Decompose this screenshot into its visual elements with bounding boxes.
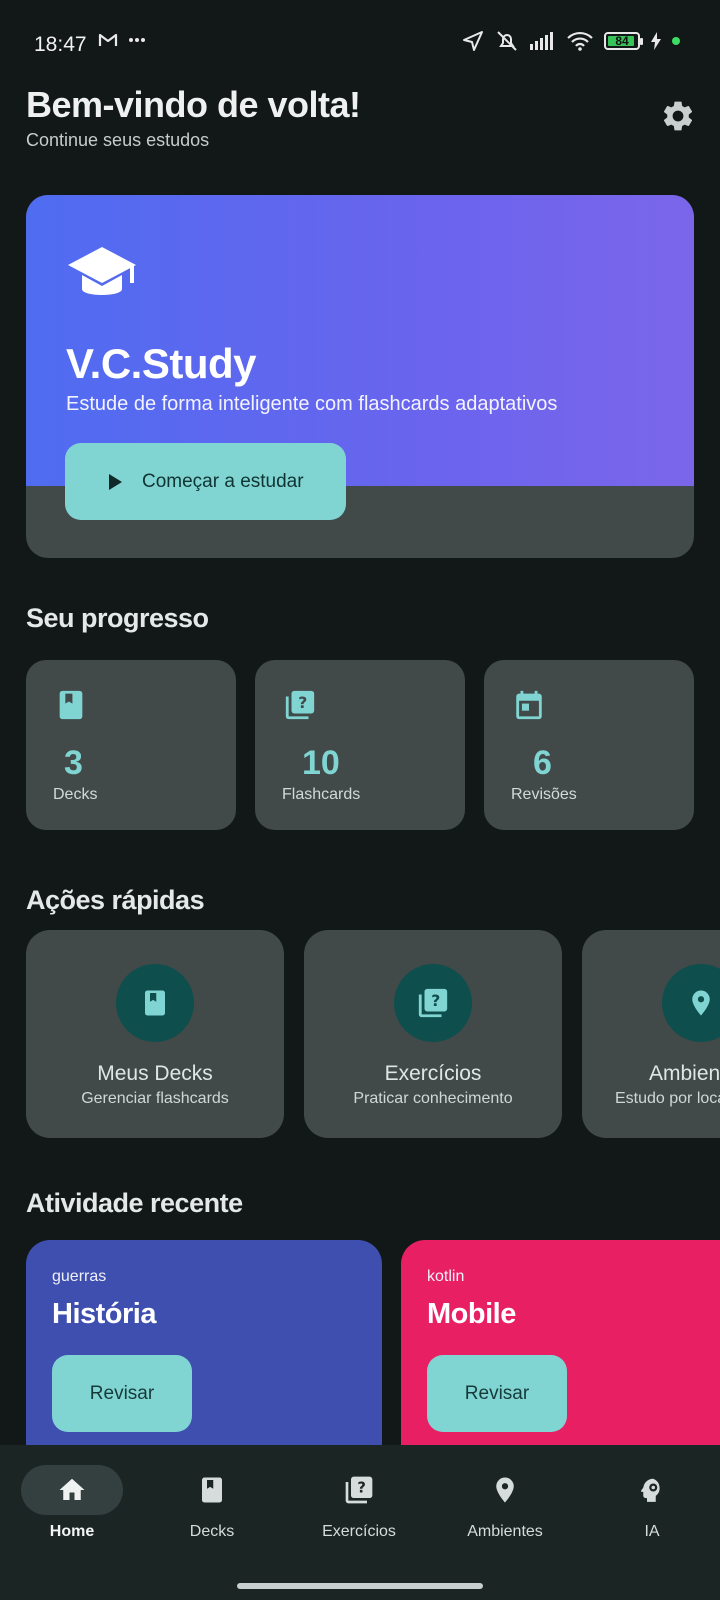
- recent-tag: kotlin: [427, 1268, 465, 1285]
- location-arrow-icon: [463, 31, 483, 51]
- quick-actions-section-title: Ações rápidas: [26, 885, 205, 915]
- play-icon: [109, 473, 122, 490]
- hero-title: V.C.Study: [66, 340, 257, 387]
- nav-ai[interactable]: IA: [580, 1445, 720, 1565]
- page-subtitle: Continue seus estudos: [26, 130, 210, 150]
- stat-label: Decks: [53, 786, 98, 803]
- start-studying-button[interactable]: Começar a estudar: [65, 443, 346, 520]
- nav-label: IA: [644, 1523, 660, 1540]
- nav-label: Home: [49, 1523, 95, 1540]
- recent-subject: História: [52, 1298, 156, 1330]
- nav-label: Ambientes: [467, 1523, 543, 1540]
- action-exercises[interactable]: ? Exercícios Praticar conhecimento: [304, 930, 562, 1138]
- quiz-icon: ?: [285, 690, 315, 720]
- progress-section-title: Seu progresso: [26, 603, 209, 633]
- nav-label: Decks: [189, 1523, 235, 1540]
- page-header: Bem-vindo de volta! Continue seus estudo…: [26, 84, 696, 164]
- home-icon: [59, 1478, 85, 1500]
- book-icon: [145, 990, 165, 1016]
- quiz-icon: ?: [345, 1476, 373, 1504]
- svg-text:?: ?: [357, 1480, 366, 1497]
- recent-subject: Mobile: [427, 1298, 516, 1330]
- privacy-indicator: [672, 37, 680, 45]
- hero-card: V.C.Study Estude de forma inteligente co…: [26, 195, 694, 558]
- status-bar: 18:47 84: [0, 0, 720, 90]
- stat-card-reviews[interactable]: 6 Revisões: [484, 660, 694, 830]
- nav-label: Exercícios: [322, 1523, 396, 1540]
- action-hint: Gerenciar flashcards: [81, 1090, 229, 1107]
- nav-exercises[interactable]: ? Exercícios: [287, 1445, 431, 1565]
- battery-indicator: 84: [604, 32, 643, 50]
- page-title: Bem-vindo de volta!: [26, 84, 361, 125]
- book-icon: [202, 1477, 222, 1503]
- stat-value: 10: [302, 744, 340, 782]
- action-name: Ambientes: [649, 1062, 720, 1085]
- action-hint: Estudo por localização: [615, 1090, 720, 1107]
- nav-home[interactable]: Home: [0, 1445, 144, 1565]
- gmail-icon: [98, 33, 118, 46]
- gear-icon[interactable]: [660, 98, 696, 134]
- stat-label: Revisões: [511, 786, 577, 803]
- start-studying-label: Começar a estudar: [142, 470, 304, 492]
- nav-decks[interactable]: Decks: [140, 1445, 284, 1565]
- status-time: 18:47: [34, 33, 87, 56]
- location-pin-icon: [496, 1477, 514, 1503]
- review-button[interactable]: Revisar: [52, 1355, 192, 1432]
- more-notifications-icon: [129, 38, 145, 42]
- battery-level: 84: [615, 34, 629, 48]
- stat-card-decks[interactable]: 3 Decks: [26, 660, 236, 830]
- hero-description: Estude de forma inteligente com flashcar…: [66, 393, 558, 415]
- nav-environments[interactable]: Ambientes: [433, 1445, 577, 1565]
- bottom-navigation: Home Decks ? Exercícios Ambientes IA: [0, 1445, 720, 1600]
- signal-icon: [530, 32, 553, 50]
- recent-card-mobile[interactable]: kotlin Mobile Revisar: [401, 1240, 720, 1470]
- recent-card-historia[interactable]: guerras História Revisar: [26, 1240, 382, 1470]
- action-name: Meus Decks: [97, 1062, 213, 1085]
- book-icon: [59, 690, 83, 720]
- svg-text:?: ?: [431, 992, 440, 1010]
- action-hint: Praticar conhecimento: [353, 1090, 513, 1107]
- calendar-icon: [516, 690, 542, 720]
- home-gesture-bar[interactable]: [237, 1583, 483, 1589]
- charging-bolt-icon: [651, 32, 661, 50]
- stat-label: Flashcards: [282, 786, 361, 803]
- svg-text:?: ?: [298, 694, 307, 712]
- quiz-icon: ?: [418, 988, 448, 1018]
- stat-card-flashcards[interactable]: ? 10 Flashcards: [255, 660, 465, 830]
- action-environments[interactable]: Ambientes Estudo por localização: [582, 930, 720, 1138]
- mute-vibrate-icon: [497, 31, 517, 51]
- recent-section-title: Atividade recente: [26, 1188, 243, 1218]
- graduation-cap-icon: [68, 247, 136, 295]
- action-my-decks[interactable]: Meus Decks Gerenciar flashcards: [26, 930, 284, 1138]
- location-pin-icon: [692, 990, 710, 1016]
- review-button[interactable]: Revisar: [427, 1355, 567, 1432]
- action-name: Exercícios: [384, 1062, 482, 1085]
- stat-value: 6: [533, 744, 552, 782]
- psychology-icon: [640, 1478, 660, 1502]
- stat-value: 3: [64, 744, 83, 782]
- wifi-icon: [567, 31, 593, 51]
- recent-tag: guerras: [52, 1268, 107, 1285]
